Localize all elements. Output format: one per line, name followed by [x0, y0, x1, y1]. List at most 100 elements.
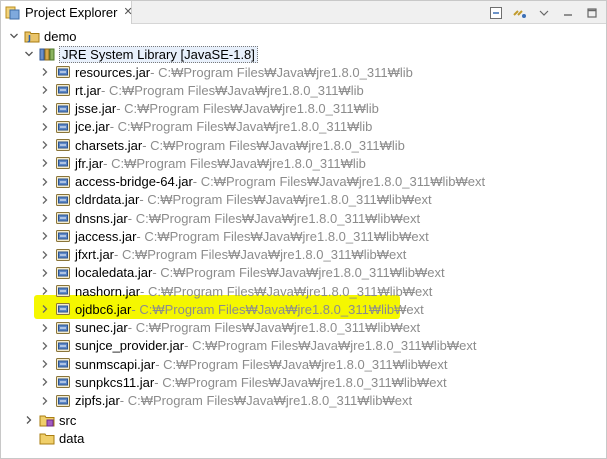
folder-name: src — [59, 412, 77, 428]
jar-path: - C:₩Program Files₩Java₩jre1.8.0_311₩lib — [150, 64, 413, 80]
project-explorer-view: Project Explorer ✕ J demo JRE System Lib… — [0, 0, 607, 459]
java-project-icon: J — [24, 28, 40, 44]
jar-path: - C:₩Program Files₩Java₩jre1.8.0_311₩lib… — [136, 228, 429, 244]
jar-icon — [55, 338, 71, 354]
source-folder-icon — [39, 412, 55, 428]
jar-name: nashorn.jar — [75, 283, 141, 299]
tree-item-jar[interactable]: rt.jar - C:₩Program Files₩Java₩jre1.8.0_… — [1, 81, 606, 99]
library-icon — [39, 46, 55, 62]
jar-icon — [55, 137, 71, 153]
jar-path: - C:₩Program Files₩Java₩jre1.8.0_311₩lib — [142, 137, 405, 153]
minimize-icon[interactable] — [560, 5, 576, 21]
view-toolbar — [488, 4, 600, 21]
tree-item-jar[interactable]: charsets.jar - C:₩Program Files₩Java₩jre… — [1, 136, 606, 154]
jar-name: cldrdata.jar — [75, 192, 140, 208]
jar-name: localedata.jar — [75, 265, 153, 281]
chevron-right-icon[interactable] — [39, 176, 51, 188]
chevron-right-icon[interactable] — [39, 340, 51, 352]
library-label: JRE System Library [JavaSE-1.8] — [59, 45, 258, 63]
project-name: demo — [44, 28, 77, 44]
chevron-right-icon[interactable] — [39, 84, 51, 96]
jar-name: jaccess.jar — [75, 228, 137, 244]
jar-path: - C:₩Program Files₩Java₩jre1.8.0_311₩lib… — [140, 283, 433, 299]
view-tab-bar: Project Explorer ✕ — [1, 1, 606, 24]
svg-text:J: J — [27, 34, 31, 43]
tree-item-jar[interactable]: access-bridge-64.jar - C:₩Program Files₩… — [1, 173, 606, 191]
tree-item-jar[interactable]: sunpkcs11.jar - C:₩Program Files₩Java₩jr… — [1, 373, 606, 391]
tree-item-jar[interactable]: jsse.jar - C:₩Program Files₩Java₩jre1.8.… — [1, 100, 606, 118]
tree-item-jar[interactable]: jfr.jar - C:₩Program Files₩Java₩jre1.8.0… — [1, 154, 606, 172]
chevron-right-icon[interactable] — [39, 322, 51, 334]
collapse-all-icon[interactable] — [488, 5, 504, 21]
chevron-right-icon[interactable] — [39, 376, 51, 388]
chevron-right-icon[interactable] — [39, 103, 51, 115]
chevron-right-icon[interactable] — [39, 194, 51, 206]
jar-icon — [55, 192, 71, 208]
chevron-right-icon[interactable] — [39, 66, 51, 78]
chevron-down-icon[interactable] — [23, 48, 35, 60]
chevron-right-icon[interactable] — [39, 212, 51, 224]
jar-name: jsse.jar — [75, 101, 117, 116]
jar-path: - C:₩Program Files₩Java₩jre1.8.0_311₩lib… — [131, 301, 424, 317]
tree-item-jar[interactable]: sunmscapi.jar - C:₩Program Files₩Java₩jr… — [1, 355, 606, 373]
tree-item-jar[interactable]: zipfs.jar - C:₩Program Files₩Java₩jre1.8… — [1, 392, 606, 410]
view-menu-icon[interactable] — [536, 5, 552, 21]
jar-name: sunmscapi.jar — [75, 356, 156, 372]
maximize-icon[interactable] — [584, 5, 600, 21]
chevron-down-icon[interactable] — [8, 30, 20, 42]
chevron-right-icon[interactable] — [39, 395, 51, 407]
tree-item-src[interactable]: src — [1, 411, 606, 429]
jar-icon — [55, 174, 71, 190]
link-with-editor-icon[interactable] — [512, 5, 528, 21]
jar-name: access-bridge-64.jar — [75, 174, 193, 189]
tree-item-jar[interactable]: cldrdata.jar - C:₩Program Files₩Java₩jre… — [1, 191, 606, 209]
close-icon[interactable]: ✕ — [123, 7, 132, 18]
jar-path: - C:₩Program Files₩Java₩jre1.8.0_311₩lib — [109, 119, 373, 135]
jar-path: - C:₩Program Files₩Java₩jre1.8.0_311₩lib… — [152, 265, 445, 281]
chevron-right-icon[interactable] — [39, 267, 51, 279]
jar-icon — [55, 210, 71, 226]
tree-item-jar[interactable]: ojdbc6.jar - C:₩Program Files₩Java₩jre1.… — [1, 300, 606, 318]
jar-icon — [55, 228, 71, 244]
jar-name: rt.jar — [75, 82, 101, 98]
chevron-right-icon[interactable] — [23, 414, 35, 426]
tree-item-project[interactable]: J demo — [1, 27, 606, 45]
jar-path: - C:₩Program Files₩Java₩jre1.8.0_311₩lib… — [127, 320, 421, 335]
jar-icon — [55, 265, 71, 281]
tree-item-jar[interactable]: nashorn.jar - C:₩Program Files₩Java₩jre1… — [1, 282, 606, 300]
jar-path: - C:₩Program Files₩Java₩jre1.8.0_311₩lib… — [154, 374, 447, 390]
chevron-right-icon[interactable] — [39, 249, 51, 261]
jar-name: jfxrt.jar — [75, 247, 114, 262]
jar-name: sunpkcs11.jar — [75, 374, 155, 390]
chevron-right-icon[interactable] — [39, 157, 51, 169]
jar-path: - C:₩Program Files₩Java₩jre1.8.0_311₩lib… — [119, 393, 413, 408]
chevron-right-icon[interactable] — [39, 121, 51, 133]
chevron-right-icon[interactable] — [39, 285, 51, 297]
chevron-right-icon[interactable] — [39, 303, 51, 315]
tree-item-jar[interactable]: jce.jar - C:₩Program Files₩Java₩jre1.8.0… — [1, 118, 606, 136]
tree-item-jar[interactable]: resources.jar - C:₩Program Files₩Java₩jr… — [1, 63, 606, 81]
jar-icon — [55, 320, 71, 336]
jar-path: - C:₩Program Files₩Java₩jre1.8.0_311₩lib — [116, 101, 379, 116]
jar-icon — [55, 119, 71, 135]
tree-item-jar[interactable]: localedata.jar - C:₩Program Files₩Java₩j… — [1, 264, 606, 282]
tree-item-jar[interactable]: sunjce_provider.jar - C:₩Program Files₩J… — [1, 337, 606, 355]
chevron-right-icon[interactable] — [39, 230, 51, 242]
tree-item-jre-library[interactable]: JRE System Library [JavaSE-1.8] — [1, 45, 606, 63]
jar-path: - C:₩Program Files₩Java₩jre1.8.0_311₩lib — [103, 155, 366, 171]
jar-icon — [55, 283, 71, 299]
chevron-right-icon[interactable] — [39, 139, 51, 151]
jar-name: dnsns.jar — [75, 210, 128, 226]
jar-name: jce.jar — [75, 119, 110, 135]
tab-project-explorer[interactable]: Project Explorer ✕ — [1, 1, 133, 24]
tree-item-data[interactable]: data — [1, 429, 606, 447]
folder-icon — [39, 430, 55, 446]
tree-item-jar[interactable]: jfxrt.jar - C:₩Program Files₩Java₩jre1.8… — [1, 246, 606, 264]
chevron-right-icon[interactable] — [39, 358, 51, 370]
jar-name: jfr.jar — [75, 155, 104, 171]
tree-item-jar[interactable]: jaccess.jar - C:₩Program Files₩Java₩jre1… — [1, 227, 606, 245]
jar-name: sunec.jar — [75, 320, 128, 335]
tree-item-jar[interactable]: dnsns.jar - C:₩Program Files₩Java₩jre1.8… — [1, 209, 606, 227]
tree-item-jar[interactable]: sunec.jar - C:₩Program Files₩Java₩jre1.8… — [1, 319, 606, 337]
jar-name: charsets.jar — [75, 137, 143, 153]
